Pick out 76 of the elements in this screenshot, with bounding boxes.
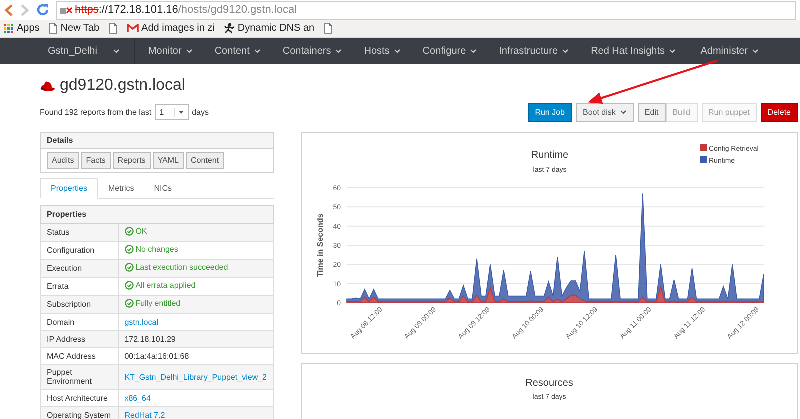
status-text: No changes	[136, 245, 178, 254]
bookmark[interactable]: New Tab	[48, 23, 100, 34]
caret-icon	[113, 48, 120, 54]
panel-heading: Details	[41, 133, 273, 149]
caret-icon	[752, 48, 759, 54]
nav-menu[interactable]: Monitor	[137, 38, 204, 64]
caret-icon	[335, 48, 342, 54]
tab[interactable]: Properties	[40, 178, 98, 199]
details-button[interactable]: Content	[186, 152, 224, 169]
reports-summary: Found 192 reports from the last	[40, 108, 152, 116]
bookmark[interactable]: Add images in zi	[126, 23, 215, 34]
status-text: All errata applied	[136, 281, 196, 290]
days-select[interactable]: 1	[154, 104, 190, 120]
bookmark[interactable]: Dynamic DNS an	[224, 23, 315, 34]
apps-grid-icon	[4, 24, 14, 34]
nav-menu[interactable]: Administer	[690, 38, 770, 64]
nav-menu[interactable]: Hosts	[353, 38, 412, 64]
table-link[interactable]: gstn.local	[124, 318, 158, 326]
bookmark-page-icon[interactable]	[108, 23, 118, 34]
check-circle-icon	[124, 227, 134, 236]
check-circle-icon	[124, 263, 134, 272]
caret-icon	[470, 48, 478, 54]
table-cell: Status	[40, 224, 118, 242]
caret-icon	[669, 48, 676, 54]
caret-icon	[620, 110, 627, 114]
check-circle-icon	[124, 281, 134, 290]
check-circle-icon	[124, 299, 134, 308]
check-circle-icon	[124, 245, 134, 254]
status-text: Last execution succeeded	[136, 263, 228, 272]
mail-icon	[126, 24, 139, 33]
caret-icon	[562, 48, 570, 54]
details-button[interactable]: Audits	[47, 152, 80, 169]
hat-icon	[40, 80, 56, 92]
chart-title: Resources	[526, 378, 574, 389]
table-cell: Subscription	[40, 296, 118, 314]
reload-icon[interactable]	[36, 3, 50, 17]
host-title: gd9120.gstn.local	[60, 77, 186, 95]
back-icon[interactable]	[4, 4, 14, 16]
table-cell: Puppet Environment	[40, 364, 118, 390]
url-text: https://172.18.101.16/hosts/gd9120.gstn.local	[75, 4, 298, 16]
bookmark-page-icon[interactable]	[324, 23, 333, 34]
table-cell: Operating System	[40, 406, 118, 419]
nav-menu[interactable]: Containers	[272, 38, 354, 64]
page-icon	[48, 23, 58, 34]
table-link[interactable]: RedHat 7.2	[124, 410, 166, 419]
days-label: days	[192, 108, 209, 116]
chart-title: Runtime	[531, 150, 569, 161]
details-button[interactable]: Reports	[112, 152, 151, 169]
caret-icon	[394, 48, 401, 54]
insecure-lock-icon	[60, 5, 73, 15]
table-cell: 172.18.101.29	[118, 330, 274, 348]
tab[interactable]: Metrics	[98, 179, 144, 198]
axis-title: Time in Seconds	[316, 214, 325, 278]
details-button[interactable]: Facts	[81, 152, 111, 169]
nav-menu[interactable]: Infrastructure	[488, 38, 580, 64]
tab[interactable]: NICs	[144, 179, 182, 198]
status-text: OK	[136, 227, 148, 236]
action-button[interactable]: Boot disk	[576, 102, 634, 122]
caret-icon	[186, 48, 193, 54]
nav-menu[interactable]: Red Hat Insights	[580, 38, 687, 64]
nav-menu[interactable]: Content	[204, 38, 272, 64]
details-button[interactable]: YAML	[152, 152, 184, 169]
action-button[interactable]: Run Job	[528, 102, 572, 122]
action-button[interactable]: Delete	[760, 102, 798, 122]
running-figure-icon	[224, 23, 235, 34]
status-text: Fully entitled	[136, 299, 181, 308]
nav-menu[interactable]: Configure	[412, 38, 488, 64]
nav-menu[interactable]: Gstn_Delhi	[42, 38, 136, 64]
bookmark[interactable]: Apps	[4, 23, 40, 34]
address-field[interactable]: https://172.18.101.16/hosts/gd9120.gstn.local	[56, 0, 796, 20]
table-link[interactable]: x86_64	[124, 394, 151, 402]
action-button[interactable]: Edit	[638, 102, 666, 122]
table-cell: Execution	[40, 260, 118, 278]
table-heading: Properties	[40, 206, 274, 224]
caret-icon	[254, 48, 261, 54]
table-cell: IP Address	[40, 330, 118, 348]
